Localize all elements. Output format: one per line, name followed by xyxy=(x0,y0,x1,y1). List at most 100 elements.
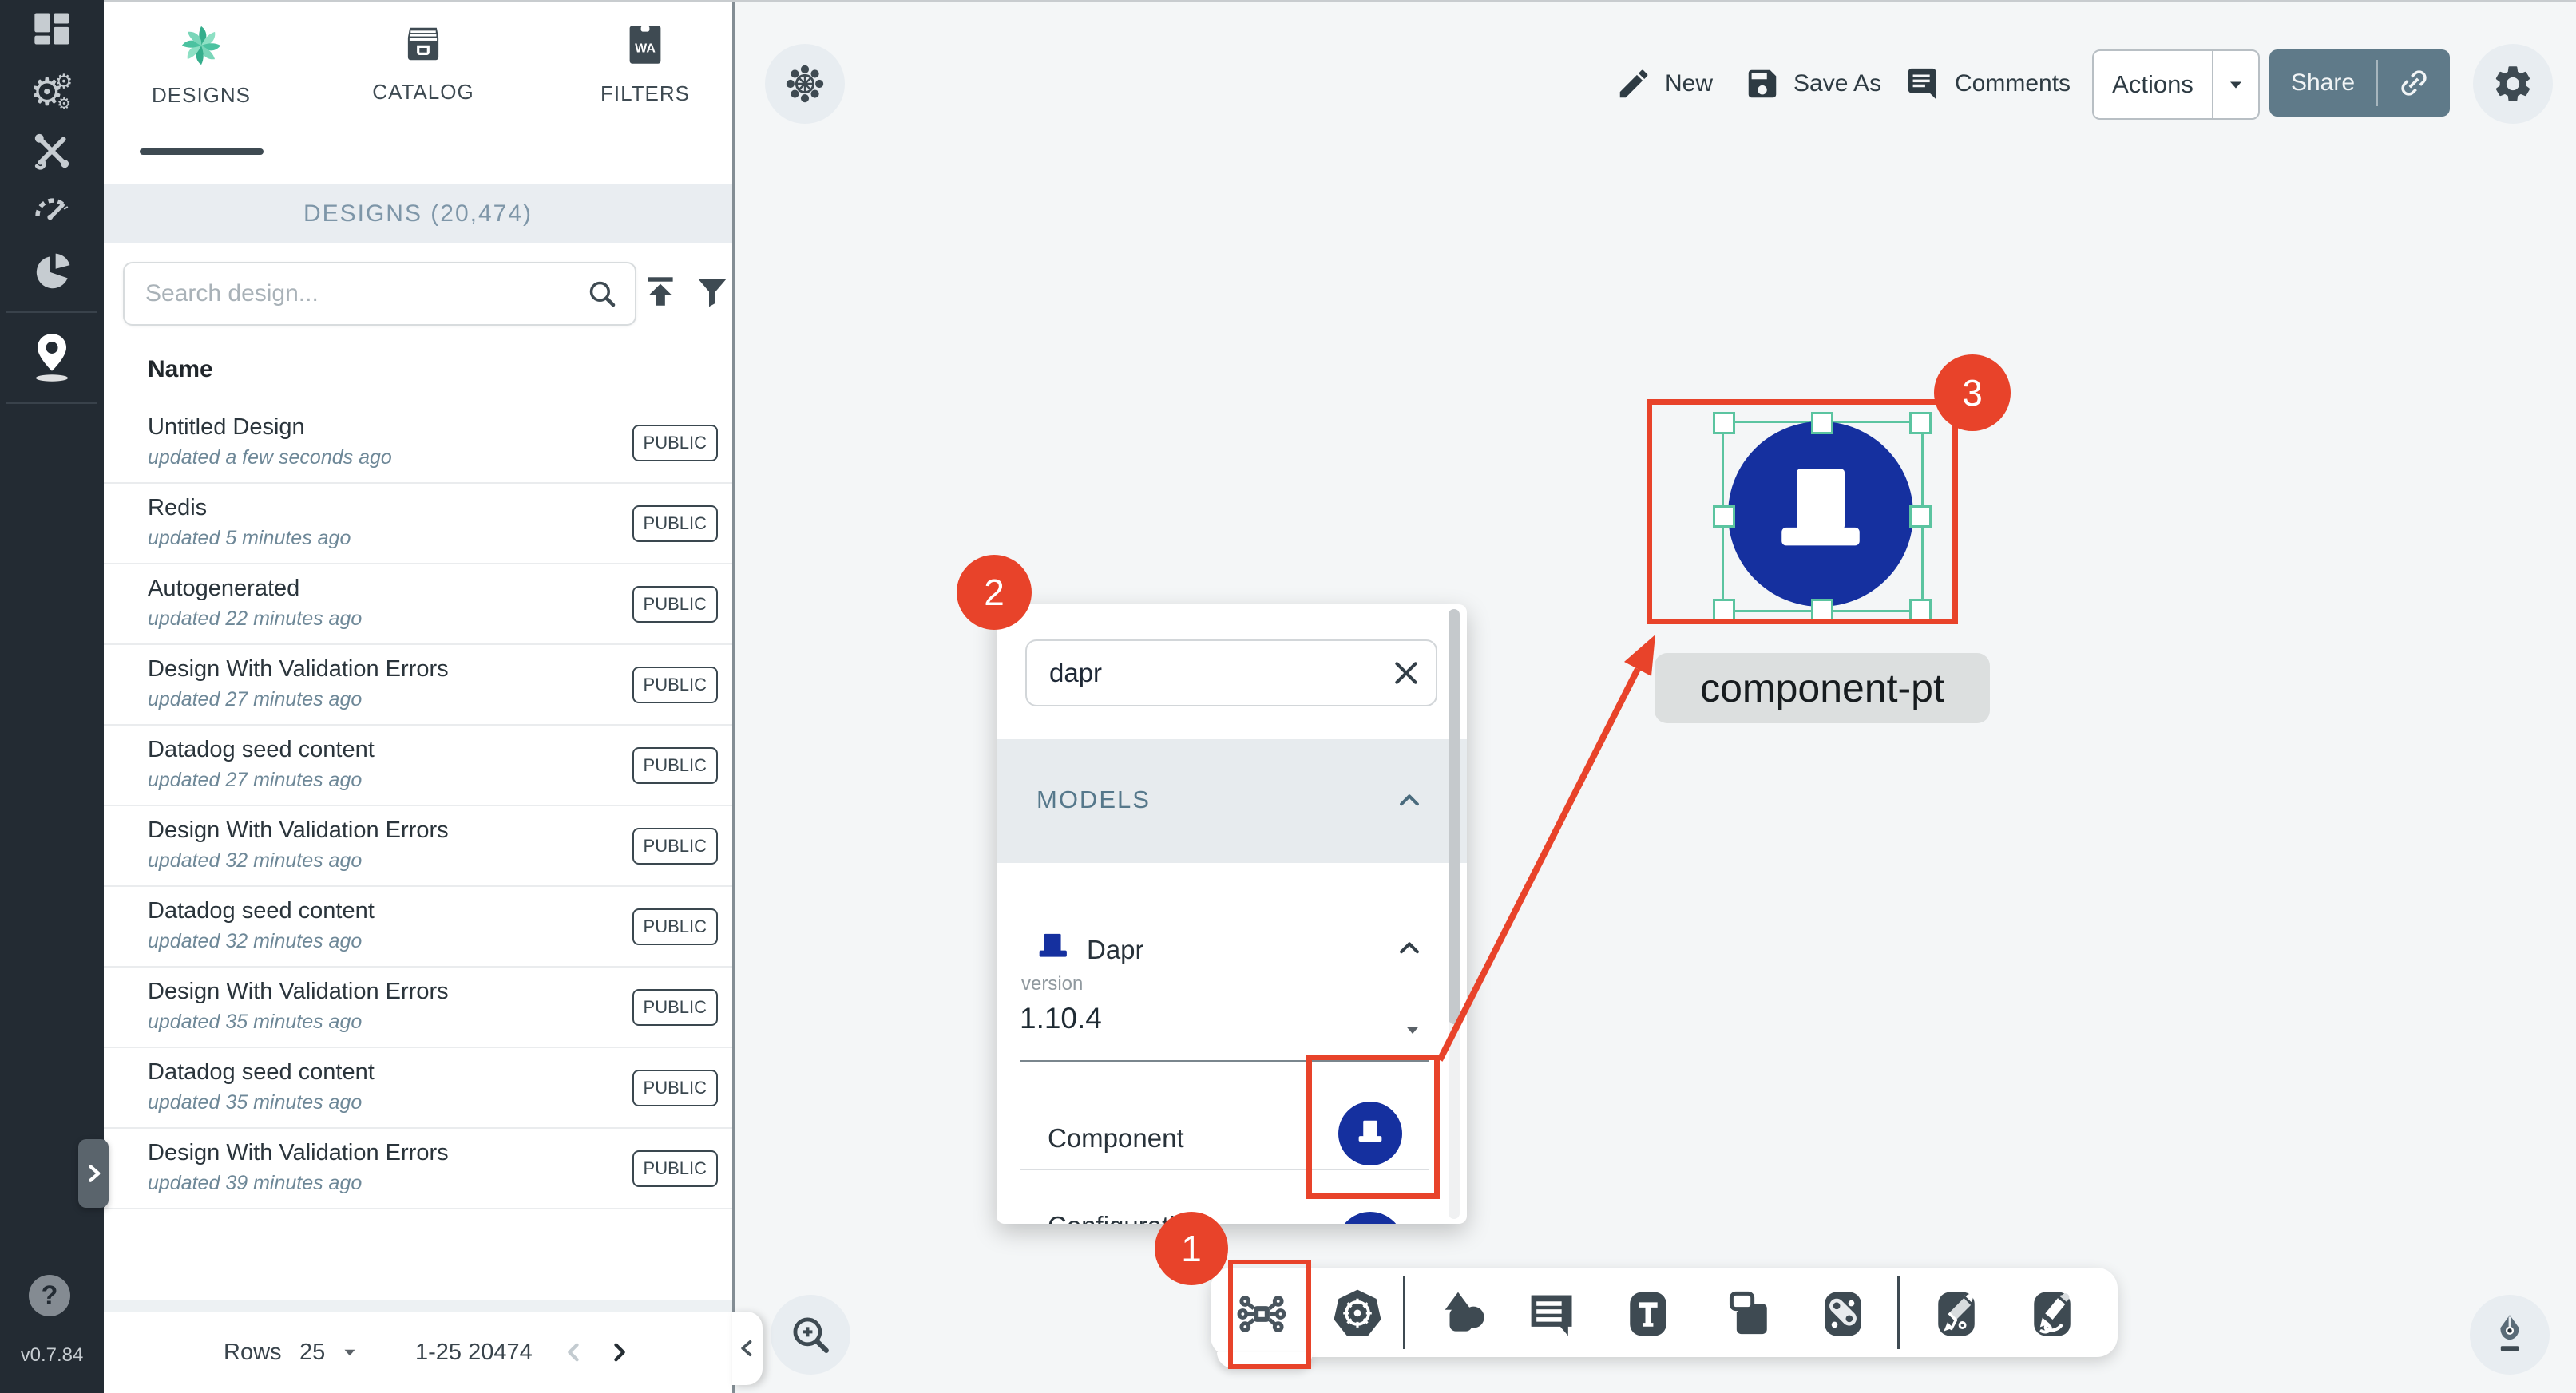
design-updated: updated 35 minutes ago xyxy=(148,1091,362,1114)
gear-icon xyxy=(2491,62,2534,105)
tab-catalog[interactable]: CATALOG xyxy=(335,22,511,105)
mesh-cluster-icon xyxy=(782,61,828,107)
pagination-range: 1-25 20474 xyxy=(415,1312,533,1393)
copy-link-button[interactable] xyxy=(2378,65,2450,101)
svg-text:⚙: ⚙ xyxy=(55,70,73,93)
node-name-label[interactable]: component-pt xyxy=(1655,653,1990,723)
models-section-header[interactable]: MODELS xyxy=(997,739,1467,863)
visibility-badge: PUBLIC xyxy=(632,667,718,703)
design-list-item[interactable]: Design With Validation Errors updated 35… xyxy=(104,968,732,1048)
mesh-cluster-button[interactable] xyxy=(765,44,845,124)
prev-page-button[interactable] xyxy=(561,1312,588,1393)
designs-spiral-icon xyxy=(178,22,224,69)
version-select-value[interactable]: 1.10.4 xyxy=(1020,1002,1102,1035)
save-icon xyxy=(1744,65,1781,102)
settings-button[interactable] xyxy=(2473,44,2553,124)
rail-divider xyxy=(6,311,97,313)
design-updated: updated 5 minutes ago xyxy=(148,527,351,550)
rows-per-page-select[interactable]: 25 xyxy=(299,1312,325,1393)
model-name-label[interactable]: Dapr xyxy=(1087,935,1144,965)
link-icon xyxy=(2389,58,2439,108)
popup-scrollbar-thumb[interactable] xyxy=(1449,609,1460,1024)
comments-button[interactable]: Comments xyxy=(1905,49,2071,118)
share-split-button[interactable]: Share xyxy=(2269,49,2450,117)
actions-split-button[interactable]: Actions xyxy=(2092,49,2260,120)
share-label: Share xyxy=(2269,69,2376,97)
annotation-step-3: 3 xyxy=(1934,354,2011,431)
actions-dropdown-caret[interactable] xyxy=(2213,73,2258,96)
catalog-archive-icon xyxy=(402,22,445,65)
visibility-badge: PUBLIC xyxy=(632,747,718,784)
pencil-icon xyxy=(1615,65,1652,102)
filter-designs-icon[interactable] xyxy=(693,272,731,311)
chain-link-icon xyxy=(1815,1286,1871,1342)
zoom-in-icon xyxy=(787,1312,834,1358)
design-mode-button[interactable] xyxy=(2470,1295,2550,1375)
help-button[interactable]: ? xyxy=(29,1275,70,1316)
design-list-item[interactable]: Design With Validation Errors updated 27… xyxy=(104,645,732,726)
dapr-configuration-shape-icon[interactable] xyxy=(1337,1212,1404,1224)
doodle-pencil-icon xyxy=(2024,1286,2080,1342)
link-tool[interactable] xyxy=(1815,1286,1871,1342)
next-page-button[interactable] xyxy=(605,1312,632,1393)
text-tool[interactable] xyxy=(1620,1286,1676,1342)
performance-gauge-icon[interactable] xyxy=(0,185,104,228)
design-updated: updated 32 minutes ago xyxy=(148,930,362,953)
annotation-step-2: 2 xyxy=(957,555,1032,630)
publish-design-icon[interactable] xyxy=(640,271,680,311)
design-name: Redis xyxy=(148,495,207,521)
visibility-badge: PUBLIC xyxy=(632,586,718,623)
search-icon[interactable] xyxy=(585,277,635,311)
design-list-item[interactable]: Untitled Design updated a few seconds ag… xyxy=(104,403,732,484)
save-as-button[interactable]: Save As xyxy=(1744,49,1881,118)
zoom-button[interactable] xyxy=(771,1295,850,1375)
toolkit-icon[interactable] xyxy=(0,129,104,172)
rows-select-caret-icon[interactable] xyxy=(339,1312,360,1393)
visibility-badge: PUBLIC xyxy=(632,1070,718,1106)
annotation-box-dock-tool xyxy=(1228,1260,1311,1369)
tab-designs-label: DESIGNS xyxy=(152,83,251,108)
comment-icon xyxy=(1905,65,1942,102)
component-row-label[interactable]: Component xyxy=(1048,1123,1184,1154)
design-list-item[interactable]: Datadog seed content updated 35 minutes … xyxy=(104,1048,732,1129)
rail-expand-handle[interactable] xyxy=(78,1139,109,1208)
caret-down-icon xyxy=(2225,73,2247,96)
svg-text:WA: WA xyxy=(635,42,656,56)
design-list-item[interactable]: Datadog seed content updated 32 minutes … xyxy=(104,887,732,968)
settings-gears-icon[interactable]: ⚙ ⚙ ⚙ xyxy=(0,67,104,115)
pen-tool[interactable] xyxy=(1928,1286,1984,1342)
design-list-item[interactable]: Redis updated 5 minutes ago PUBLIC xyxy=(104,484,732,564)
design-list-item[interactable]: Datadog seed content updated 27 minutes … xyxy=(104,726,732,806)
design-list-item[interactable]: Design With Validation Errors updated 39… xyxy=(104,1129,732,1209)
dashboard-icon[interactable] xyxy=(0,8,104,49)
models-section-label: MODELS xyxy=(1036,786,1151,814)
design-updated: updated 22 minutes ago xyxy=(148,607,362,631)
version-select-caret-icon[interactable] xyxy=(1401,1018,1425,1042)
tab-catalog-label: CATALOG xyxy=(372,80,474,105)
clear-search-icon[interactable] xyxy=(1390,657,1441,689)
note-tool[interactable] xyxy=(1721,1286,1777,1342)
save-as-label: Save As xyxy=(1793,70,1881,97)
visibility-badge: PUBLIC xyxy=(632,1150,718,1187)
kubernetes-tool[interactable] xyxy=(1330,1286,1385,1342)
visibility-badge: PUBLIC xyxy=(632,989,718,1026)
collapse-model-icon[interactable] xyxy=(1396,935,1423,962)
kanvas-pin-icon[interactable] xyxy=(0,330,104,383)
version-label: version xyxy=(1021,973,1083,995)
doodle-tool[interactable] xyxy=(2024,1286,2080,1342)
tab-filters[interactable]: WA FILTERS xyxy=(557,22,733,106)
actions-label: Actions xyxy=(2094,70,2212,99)
tab-designs[interactable]: DESIGNS xyxy=(113,22,289,108)
shapes-icon xyxy=(1436,1284,1492,1344)
new-button[interactable]: New xyxy=(1615,49,1713,118)
svg-text:⚙: ⚙ xyxy=(57,96,71,113)
design-list-item[interactable]: Autogenerated updated 22 minutes ago PUB… xyxy=(104,564,732,645)
design-list-item[interactable]: Design With Validation Errors updated 32… xyxy=(104,806,732,887)
shapes-tool[interactable] xyxy=(1436,1286,1492,1342)
design-search-input[interactable] xyxy=(125,280,585,307)
collapse-section-icon[interactable] xyxy=(1396,787,1423,814)
model-search-input[interactable] xyxy=(1027,657,1390,689)
comment-tool[interactable] xyxy=(1524,1286,1580,1342)
meshery-pie-icon[interactable] xyxy=(0,249,104,294)
panel-collapse-handle[interactable] xyxy=(732,1312,763,1385)
